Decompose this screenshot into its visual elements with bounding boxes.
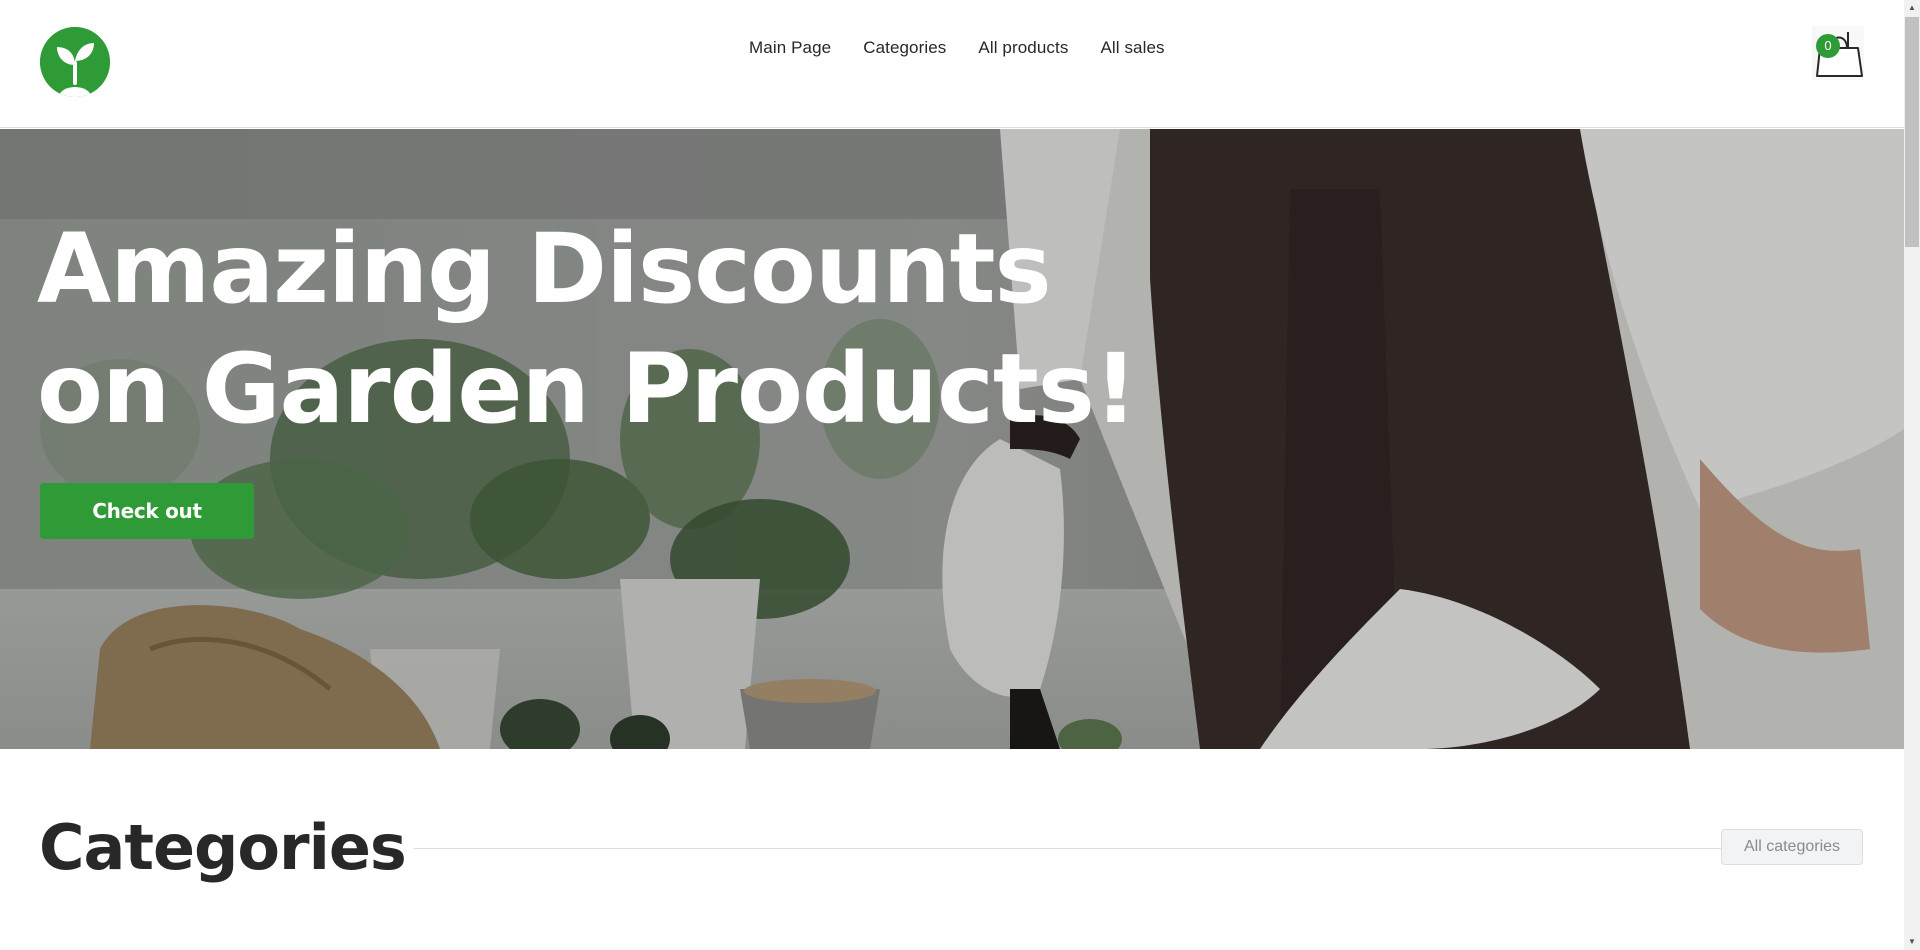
nav-link-all-sales[interactable]: All sales: [1100, 38, 1164, 58]
nav-link-categories[interactable]: Categories: [863, 38, 946, 58]
scroll-down-arrow-icon[interactable]: ▼: [1904, 934, 1920, 950]
cart-button[interactable]: 0: [1812, 26, 1864, 80]
site-header: Main Page Categories All products All sa…: [0, 0, 1904, 128]
hero-title-line-1: Amazing Discounts: [37, 213, 1052, 325]
all-categories-button[interactable]: All categories: [1721, 829, 1863, 865]
cart-count-badge: 0: [1816, 34, 1840, 58]
nav-link-all-products[interactable]: All products: [978, 38, 1068, 58]
scrollbar-thumb[interactable]: [1905, 17, 1919, 247]
page: Main Page Categories All products All sa…: [0, 0, 1904, 950]
hero-banner: Amazing Discounts on Garden Products! Ch…: [0, 129, 1904, 749]
vertical-scrollbar[interactable]: ▲ ▼: [1904, 0, 1920, 950]
check-out-button[interactable]: Check out: [40, 483, 254, 539]
section-divider: [414, 848, 1722, 849]
nav-link-main-page[interactable]: Main Page: [749, 38, 831, 58]
site-logo[interactable]: [40, 27, 110, 97]
hero-title-line-2: on Garden Products!: [37, 333, 1138, 445]
main-nav: Main Page Categories All products All sa…: [749, 36, 1165, 60]
sprout-icon: [40, 27, 110, 97]
hero-title: Amazing Discounts on Garden Products!: [37, 209, 1138, 449]
categories-heading: Categories: [39, 811, 407, 884]
scroll-up-arrow-icon[interactable]: ▲: [1904, 0, 1920, 16]
